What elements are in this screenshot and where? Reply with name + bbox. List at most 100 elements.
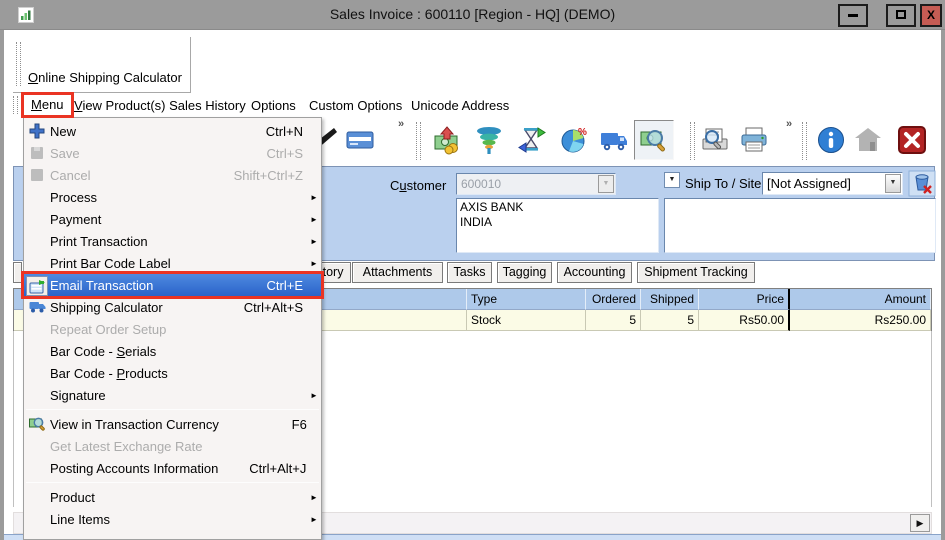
svg-text:%: % <box>578 127 587 138</box>
drag-handle[interactable] <box>13 96 18 114</box>
menu-item-save: Save Ctrl+S <box>24 142 321 164</box>
menubar-item-unicode-address[interactable]: Unicode Address <box>411 98 509 113</box>
clear-ship-to-icon[interactable] <box>908 170 936 197</box>
grid-header-shipped[interactable]: Shipped <box>641 289 699 310</box>
menu-item-bar-code-products[interactable]: Bar Code - Products <box>24 362 321 384</box>
menu-item-label: Cancel <box>50 168 215 183</box>
tab-attachments[interactable]: Attachments <box>352 262 443 283</box>
menubar-item-view-product-sales-history[interactable]: View Product(s) Sales History <box>74 98 246 113</box>
info-icon[interactable] <box>816 125 846 155</box>
ship-to-address-box[interactable] <box>664 198 936 253</box>
customer-combobox[interactable]: 600010 ▼ <box>456 173 616 195</box>
menu-item-email-transaction[interactable]: Email Transaction Ctrl+E <box>24 274 321 296</box>
exit-icon[interactable] <box>897 125 927 155</box>
menu-popup: New Ctrl+N Save Ctrl+S Cancel Shift+Ctrl… <box>23 117 322 540</box>
chevron-down-icon[interactable]: ▼ <box>885 174 901 193</box>
minimize-button[interactable] <box>838 4 868 27</box>
print-preview-icon[interactable] <box>700 125 730 155</box>
sales-invoice-window: Sales Invoice : 600110 [Region - HQ] (DE… <box>0 0 945 540</box>
cell-price[interactable]: Rs50.00 <box>699 310 790 331</box>
cell-type[interactable]: Stock <box>467 310 586 331</box>
ship-to-mini-dropdown[interactable]: ▼ <box>664 172 680 188</box>
drag-handle[interactable] <box>690 122 695 160</box>
menu-item-posting-accounts-information[interactable]: Posting Accounts Information Ctrl+Alt+J <box>24 457 321 479</box>
drag-handle[interactable] <box>416 122 421 160</box>
menu-item-label: Product <box>50 490 215 505</box>
hourglass-transfer-icon[interactable] <box>517 125 547 155</box>
cell-ordered[interactable]: 5 <box>586 310 641 331</box>
cell-amount[interactable]: Rs250.00 <box>790 310 931 331</box>
grid-header-ordered[interactable]: Ordered <box>586 289 641 310</box>
online-shipping-calculator-button[interactable]: Online Shipping Calculator <box>28 70 182 85</box>
menu-item-view-in-transaction-currency[interactable]: View in Transaction Currency F6 <box>24 413 321 435</box>
tab-fragment[interactable] <box>13 262 22 283</box>
tab-shipment-tracking[interactable]: Shipment Tracking <box>637 262 755 283</box>
menu-item-cancel: Cancel Shift+Ctrl+Z <box>24 164 321 186</box>
menu-item-print-bar-code-label[interactable]: Print Bar Code Label ► <box>24 252 321 274</box>
customer-address-box[interactable]: AXIS BANK INDIA <box>456 198 659 253</box>
menu-item-signature[interactable]: Signature ► <box>24 384 321 406</box>
grid-header-price[interactable]: Price <box>699 289 790 310</box>
email-icon <box>24 276 50 294</box>
menubar-item-menu[interactable]: Menu <box>21 92 74 118</box>
menu-separator <box>26 409 319 410</box>
menu-separator <box>26 482 319 483</box>
icon-spacer <box>24 488 50 506</box>
printer-icon[interactable] <box>739 125 769 155</box>
scroll-right-button[interactable]: ▶ <box>910 514 930 532</box>
menu-item-label: Repeat Order Setup <box>50 322 215 337</box>
funnel-icon[interactable] <box>474 125 504 155</box>
customer-label: Customer <box>390 178 446 193</box>
chevron-down-icon[interactable]: ▼ <box>598 175 614 193</box>
menu-item-label: Bar Code - Serials <box>50 344 215 359</box>
tab-accounting[interactable]: Accounting <box>557 262 632 283</box>
currency-magnifier-icon <box>24 415 50 433</box>
window-title: Sales Invoice : 600110 [Region - HQ] (DE… <box>0 6 945 22</box>
tab-tagging[interactable]: Tagging <box>497 262 552 283</box>
submenu-arrow: ► <box>307 193 321 202</box>
menu-item-shipping-calculator[interactable]: Shipping Calculator Ctrl+Alt+S <box>24 296 321 318</box>
drag-handle[interactable] <box>16 42 21 86</box>
menu-item-new[interactable]: New Ctrl+N <box>24 120 321 142</box>
credit-card-icon[interactable] <box>345 125 375 155</box>
menu-item-product[interactable]: Product ► <box>24 486 321 508</box>
titlebar: Sales Invoice : 600110 [Region - HQ] (DE… <box>0 0 945 30</box>
drag-handle[interactable] <box>802 122 807 160</box>
currency-magnifier-icon[interactable] <box>639 125 669 155</box>
close-button[interactable]: X <box>920 4 942 27</box>
menu-item-process[interactable]: Process ► <box>24 186 321 208</box>
menu-item-label: Print Bar Code Label <box>50 256 215 271</box>
menu-item-payment[interactable]: Payment ► <box>24 208 321 230</box>
minimize-icon <box>848 14 858 17</box>
menu-item-label: Process <box>50 190 215 205</box>
shortcut: Shift+Ctrl+Z <box>215 168 307 183</box>
menubar-item-options[interactable]: Options <box>251 98 296 113</box>
grid-header-type[interactable]: Type <box>467 289 586 310</box>
tab-tasks[interactable]: Tasks <box>447 262 492 283</box>
pie-percent-icon[interactable]: % <box>559 125 589 155</box>
menu-item-bar-code-serials[interactable]: Bar Code - Serials <box>24 340 321 362</box>
menu-item-label: Payment <box>50 212 215 227</box>
online-shipping-calculator-panel: Online Shipping Calculator <box>13 37 191 93</box>
menu-item-get-latest-exchange-rate: Get Latest Exchange Rate <box>24 435 321 457</box>
address-line: AXIS BANK <box>460 200 655 215</box>
cash-in-icon[interactable] <box>432 125 462 155</box>
submenu-arrow: ► <box>307 515 321 524</box>
submenu-arrow: ► <box>307 237 321 246</box>
toolbar-overflow-chevron[interactable]: » <box>786 118 792 130</box>
home-icon[interactable] <box>853 125 883 155</box>
grid-header-amount[interactable]: Amount <box>790 289 931 310</box>
maximize-icon <box>896 10 906 19</box>
menu-item-label: Line Items <box>50 512 215 527</box>
toolbar-overflow-chevron[interactable]: » <box>398 118 404 130</box>
shipping-truck-icon[interactable] <box>599 125 629 155</box>
maximize-button[interactable] <box>886 4 916 27</box>
ship-to-label: Ship To / Site <box>685 176 761 191</box>
icon-spacer <box>24 437 50 455</box>
ship-to-combobox[interactable]: [Not Assigned] ▼ <box>762 172 903 195</box>
menu-item-line-items[interactable]: Line Items ► <box>24 508 321 530</box>
icon-spacer <box>24 510 50 528</box>
menubar-item-custom-options[interactable]: Custom Options <box>309 98 402 113</box>
menu-item-print-transaction[interactable]: Print Transaction ► <box>24 230 321 252</box>
cell-shipped[interactable]: 5 <box>641 310 699 331</box>
